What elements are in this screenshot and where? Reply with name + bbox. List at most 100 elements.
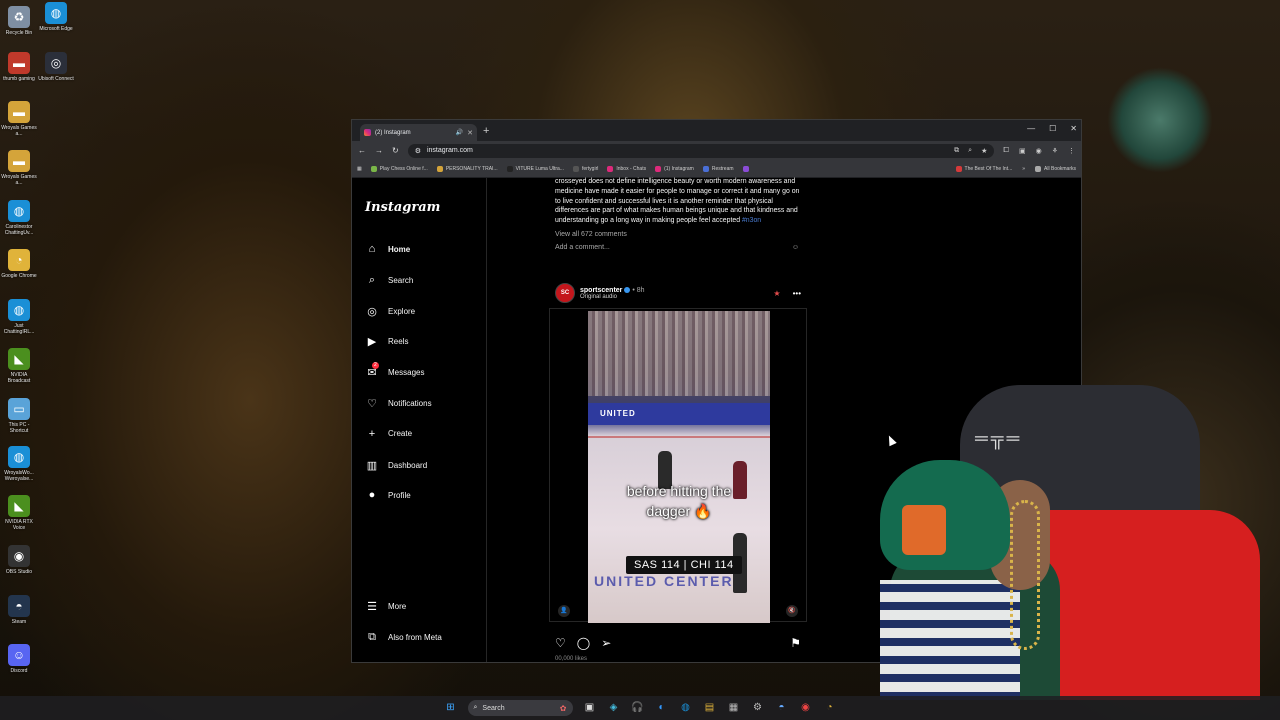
reload-button[interactable]: ↻ — [392, 146, 399, 155]
hashtag-link[interactable]: #n3on — [742, 217, 761, 224]
nav-more[interactable]: ☰ More — [365, 600, 406, 613]
install-app-icon[interactable]: ⧉ — [954, 147, 959, 155]
desktop-icon[interactable]: ◍ Microsoft Edge — [37, 2, 75, 32]
profile-icon[interactable]: ◉ — [1036, 147, 1042, 155]
forward-button[interactable]: → — [375, 146, 383, 155]
app-icon[interactable]: ◉ — [799, 701, 813, 715]
view-comments-link[interactable]: View all 672 comments — [555, 231, 807, 238]
nav-notifications[interactable]: ♡ Notifications — [365, 397, 432, 410]
url-field[interactable]: ⚙ instagram.com ⧉ ⌕ ★ — [407, 143, 995, 158]
bookmark-item[interactable]: Play Chess Online f... — [370, 165, 428, 172]
reel-video[interactable]: UNITED before hitting the dagger 🔥 SAS 1… — [588, 311, 770, 623]
desktop-icon[interactable]: ◣ NVIDIA RTX Voice — [0, 495, 38, 531]
copilot-icon[interactable]: ◈ — [607, 701, 621, 715]
nav-label: More — [388, 602, 407, 611]
post-caption: crosseyed does not define intelligence b… — [555, 178, 800, 225]
post-username[interactable]: sportscenter — [580, 287, 622, 294]
nav-search[interactable]: ⌕ Search — [365, 274, 413, 287]
desktop-icon[interactable]: ☺ Discord — [0, 644, 38, 674]
taskbar-search[interactable]: ⌕ Search ✿ — [467, 700, 573, 716]
tab-audio-icon[interactable]: 🔊 — [456, 129, 463, 136]
nav-label: Create — [388, 429, 413, 439]
tab-instagram[interactable]: (2) Instagram 🔊 ✕ — [360, 124, 477, 141]
desktop-icon[interactable]: ◍ Carolinestor ChattingUv... — [0, 200, 38, 236]
tab-bar: (2) Instagram 🔊 ✕ + — ☐ ✕ — [352, 120, 1081, 141]
feed: crosseyed does not define intelligence b… — [549, 178, 807, 662]
desktop-icon[interactable]: ♻ Recycle Bin — [0, 6, 38, 36]
settings-icon[interactable]: ⚙ — [751, 701, 765, 715]
desktop-icon[interactable]: ▬ thumb gaming — [0, 52, 38, 82]
zoom-icon[interactable]: ⌕ — [968, 147, 972, 155]
site-info-icon[interactable]: ⚙ — [415, 147, 421, 155]
emoji-icon[interactable]: ☺ — [792, 244, 799, 251]
nav-create[interactable]: + Create — [365, 428, 412, 440]
desktop-icon[interactable]: ◔ Google Chrome — [0, 249, 38, 279]
back-button[interactable]: ← — [358, 146, 366, 155]
headset-icon[interactable]: 🎧 — [631, 701, 645, 715]
file-explorer-icon[interactable]: ▤ — [703, 701, 717, 715]
instagram-logo[interactable]: Instagram — [365, 200, 440, 215]
menu-icon[interactable]: ⋮ — [1068, 147, 1075, 155]
bookmark-item[interactable]: The Best Of The Int... — [955, 165, 1012, 172]
tagged-user-icon[interactable]: 👤 — [558, 605, 570, 617]
desktop-icon[interactable]: ◍ Just ChattingIRL... — [0, 299, 38, 335]
post-time: 8h — [636, 286, 645, 294]
comment-icon[interactable]: ◯ — [577, 636, 590, 650]
nav-dashboard[interactable]: ▥ Dashboard — [365, 459, 427, 472]
favorite-star-icon[interactable]: ★ — [773, 289, 780, 298]
edge-taskbar-icon[interactable]: ◐ — [655, 701, 669, 715]
extensions-icon[interactable]: ⧠ — [1003, 147, 1009, 155]
close-tab-icon[interactable]: ✕ — [467, 129, 473, 137]
avatar[interactable]: SC — [555, 283, 575, 303]
store-icon[interactable]: ▦ — [727, 701, 741, 715]
more-bookmarks-icon[interactable]: » — [1022, 166, 1025, 172]
minimize-button[interactable]: — — [1027, 124, 1035, 133]
bookmark-item[interactable]: VITURE Luma Ultra... — [506, 165, 564, 172]
nav-explore[interactable]: ◎ Explore — [365, 305, 415, 318]
chrome-taskbar-icon[interactable]: ◔ — [823, 701, 837, 715]
mute-icon[interactable]: 🔇 — [786, 605, 798, 617]
nav-messages[interactable]: ✉ 2 Messages — [365, 362, 424, 379]
desktop-icon-label: thumb gaming — [3, 76, 35, 82]
all-bookmarks-folder[interactable]: All Bookmarks — [1035, 165, 1076, 172]
nav-home[interactable]: ⌂ Home — [365, 243, 411, 255]
bookmark-item[interactable] — [742, 165, 749, 172]
taskbar: ⊞ ⌕ Search ✿ ▣ ◈ 🎧 ◐ ◍ ▤ ▦ ⚙ ◓ ◉ ◔ — [0, 696, 1280, 720]
post-audio[interactable]: Original audio — [580, 294, 645, 300]
post-options-icon[interactable]: ••• — [793, 289, 801, 298]
desktop-icon[interactable]: ▭ This PC - Shortcut — [0, 398, 38, 434]
desktop-icon[interactable]: ◍ WroyalsWo... Wwroyalse... — [0, 446, 38, 482]
task-view-icon[interactable]: ▣ — [583, 701, 597, 715]
bookmark-item[interactable]: fertygirl — [572, 165, 598, 172]
bookmark-star-icon[interactable]: ★ — [981, 147, 987, 155]
desktop-icon[interactable]: ◎ Ubisoft Connect — [37, 52, 75, 82]
desktop-icon[interactable]: ◓ Steam — [0, 595, 38, 625]
desktop-icon[interactable]: ◉ OBS Studio — [0, 545, 38, 575]
desktop-icon-label: Microsoft Edge — [39, 26, 73, 32]
nav-reels[interactable]: ▶ Reels — [365, 335, 409, 348]
save-bookmark-icon[interactable]: ⚑ — [790, 636, 801, 650]
close-window-button[interactable]: ✕ — [1070, 124, 1077, 133]
sidebar-icon[interactable]: ▣ — [1019, 147, 1026, 155]
desktop-icon[interactable]: ▬ Wroyals Games a... — [0, 101, 38, 137]
bookmark-item[interactable]: Inbox - Chats — [607, 165, 646, 172]
extension-2-icon[interactable]: ⚘ — [1052, 147, 1058, 155]
bookmark-item[interactable]: (1) Instagram — [655, 165, 694, 172]
steam-taskbar-icon[interactable]: ◓ — [775, 701, 789, 715]
nav-profile[interactable]: ● Profile — [365, 489, 411, 501]
post-media[interactable]: UNITED before hitting the dagger 🔥 SAS 1… — [549, 308, 807, 623]
edge-icon[interactable]: ◍ — [679, 701, 693, 715]
new-tab-button[interactable]: + — [483, 125, 489, 137]
bookmark-item[interactable]: Restream — [702, 165, 734, 172]
windows-start-icon[interactable]: ⊞ — [444, 701, 458, 715]
share-icon[interactable]: ➢ — [601, 636, 611, 650]
nav-also-from-meta[interactable]: ⧉ Also from Meta — [365, 631, 442, 644]
desktop-icon[interactable]: ▬ Wroyals Games a... — [0, 150, 38, 186]
bookmark-item[interactable]: PERSONALITY TRAI... — [436, 165, 498, 172]
apps-icon[interactable]: ▦ — [357, 166, 362, 172]
add-comment-field[interactable]: Add a comment... ☺ — [555, 244, 799, 251]
maximize-button[interactable]: ☐ — [1049, 124, 1056, 133]
nav-label: Reels — [388, 337, 409, 347]
desktop-icon[interactable]: ◣ NVIDIA Broadcast — [0, 348, 38, 384]
like-heart-icon[interactable]: ♡ — [555, 636, 566, 650]
